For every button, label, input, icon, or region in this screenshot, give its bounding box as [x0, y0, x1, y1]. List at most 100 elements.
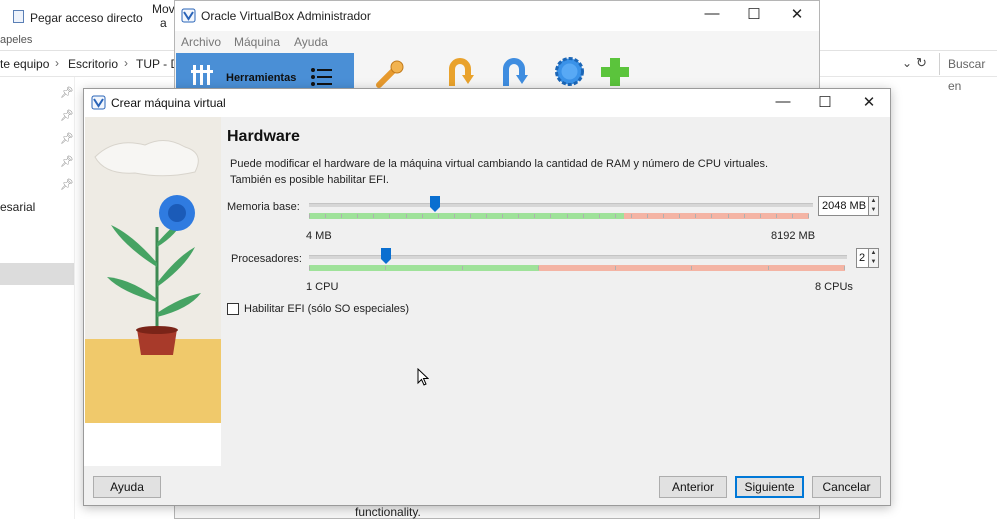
pin-icon[interactable]: 📌︎	[60, 86, 74, 99]
efi-label[interactable]: Habilitar EFI (sólo SO especiales)	[244, 303, 409, 315]
slider-tick	[462, 266, 463, 270]
cpu-zone-bad	[539, 265, 845, 271]
mouse-cursor-icon	[417, 367, 430, 387]
efi-checkbox[interactable]	[227, 303, 239, 315]
breadcrumb-item[interactable]: te equipo	[0, 57, 49, 71]
nav-item-selected[interactable]	[0, 263, 74, 285]
minimize-icon[interactable]: —	[702, 5, 722, 22]
paste-shortcut-button[interactable]: Pegar acceso directo	[30, 11, 143, 25]
virtualbox-logo-icon	[91, 95, 106, 110]
slider-tick	[309, 266, 310, 270]
list-icon[interactable]	[310, 66, 334, 88]
cpu-label: Procesadores:	[231, 253, 302, 265]
cpu-min-label: 1 CPU	[306, 281, 339, 293]
memory-zone-bad	[624, 213, 809, 219]
import-gear-icon[interactable]	[553, 55, 586, 88]
slider-tick	[808, 214, 809, 218]
cpu-slider-thumb[interactable]	[381, 248, 391, 264]
slider-tick	[615, 214, 616, 218]
cpu-slider[interactable]	[309, 248, 847, 274]
chevron-down-icon[interactable]: ⌄	[902, 56, 912, 70]
close-icon[interactable]: ✕	[787, 5, 807, 23]
memory-input[interactable]: 2048 MB	[818, 196, 869, 216]
maximize-icon[interactable]: ☐	[744, 5, 764, 23]
slider-tick	[679, 214, 680, 218]
cpu-max-label: 8 CPUs	[815, 281, 853, 293]
breadcrumb-item[interactable]: Escritorio	[68, 57, 118, 71]
memory-slider-track	[309, 203, 813, 207]
slider-tick	[502, 214, 503, 218]
help-button[interactable]: Ayuda	[93, 476, 161, 498]
slider-tick	[663, 214, 664, 218]
move-button[interactable]: Mov	[152, 2, 175, 16]
slider-tick	[406, 214, 407, 218]
start-icon[interactable]	[498, 55, 530, 88]
back-button[interactable]: Anterior	[659, 476, 727, 498]
minimize-icon[interactable]: —	[773, 93, 793, 110]
wizard-illustration	[85, 117, 221, 423]
breadcrumb-separator: ›	[124, 56, 128, 70]
slider-tick	[647, 214, 648, 218]
description-line: También es posible habilitar EFI.	[230, 174, 389, 186]
close-icon[interactable]: ✕	[859, 93, 879, 111]
slider-tick	[470, 214, 471, 218]
memory-stepper[interactable]: ▲ ▼	[868, 196, 879, 216]
tools-icon	[190, 62, 216, 88]
slider-tick	[486, 214, 487, 218]
pin-icon[interactable]: 📌︎	[60, 155, 74, 168]
settings-wrench-icon[interactable]	[374, 58, 406, 88]
slider-tick	[454, 214, 455, 218]
cpu-zone-ok	[309, 265, 539, 271]
slider-tick	[538, 266, 539, 270]
cancel-button[interactable]: Cancelar	[812, 476, 881, 498]
memory-label: Memoria base:	[227, 201, 300, 213]
slider-tick	[615, 266, 616, 270]
slider-tick	[728, 214, 729, 218]
memory-slider-thumb[interactable]	[430, 196, 440, 212]
slider-tick	[567, 214, 568, 218]
slider-tick	[695, 214, 696, 218]
tools-label: Herramientas	[226, 72, 297, 84]
pin-icon[interactable]: 📌︎	[60, 178, 74, 191]
discard-icon[interactable]	[444, 55, 476, 88]
breadcrumb-separator: ›	[55, 56, 59, 70]
refresh-icon[interactable]: ↻	[916, 55, 927, 71]
slider-tick	[357, 214, 358, 218]
slider-tick	[422, 214, 423, 218]
folder-paste-icon	[13, 10, 24, 23]
pin-icon[interactable]: 📌︎	[60, 109, 74, 122]
cpu-stepper[interactable]: ▲ ▼	[868, 248, 879, 268]
clipboard-group-label: apeles	[0, 34, 33, 46]
menu-maquina[interactable]: Máquina	[234, 35, 280, 49]
maximize-icon[interactable]: ☐	[815, 93, 835, 111]
slider-tick	[744, 214, 745, 218]
manager-body-text: functionality.	[355, 505, 421, 519]
add-icon[interactable]	[599, 56, 631, 88]
slider-tick	[583, 214, 584, 218]
slider-tick	[518, 214, 519, 218]
dialog-title: Crear máquina virtual	[111, 96, 226, 110]
memory-min-label: 4 MB	[306, 230, 332, 242]
slider-tick	[599, 214, 600, 218]
breadcrumb-item[interactable]: TUP - D	[136, 57, 179, 71]
search-input[interactable]: Buscar en	[939, 53, 997, 93]
slider-tick	[768, 266, 769, 270]
description-line: Puede modificar el hardware de la máquin…	[230, 158, 769, 170]
page-title: Hardware	[227, 128, 300, 145]
menu-archivo[interactable]: Archivo	[181, 35, 221, 49]
slider-tick	[844, 266, 845, 270]
slider-tick	[550, 214, 551, 218]
slider-tick	[534, 214, 535, 218]
memory-slider[interactable]	[309, 196, 813, 222]
nav-item[interactable]: esarial	[0, 200, 35, 214]
slider-tick	[792, 214, 793, 218]
move-sub-label: a	[160, 16, 167, 30]
slider-tick	[438, 214, 439, 218]
manager-title: Oracle VirtualBox Administrador	[201, 9, 371, 23]
next-button[interactable]: Siguiente	[735, 476, 804, 498]
slider-tick	[711, 214, 712, 218]
pin-icon[interactable]: 📌︎	[60, 132, 74, 145]
menu-ayuda[interactable]: Ayuda	[294, 35, 328, 49]
virtualbox-logo-icon	[181, 8, 196, 23]
slider-tick	[389, 214, 390, 218]
